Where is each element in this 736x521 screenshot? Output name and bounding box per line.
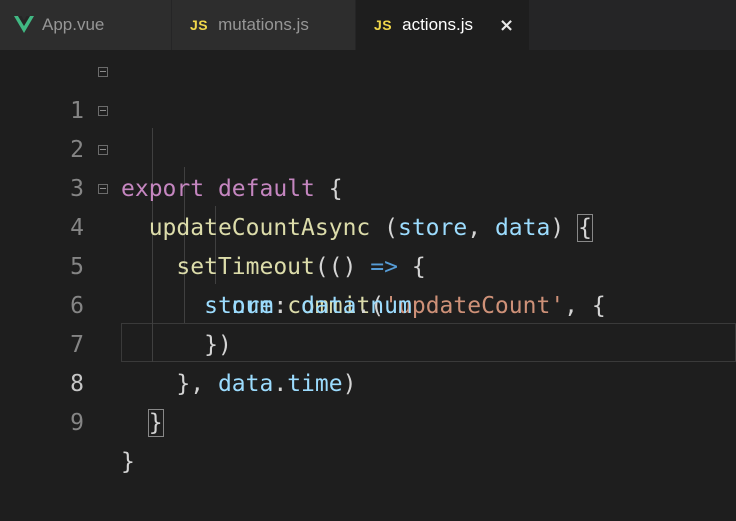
js-file-icon: JS <box>374 17 393 33</box>
code-line: 4 store.commit('updateCount', { <box>0 170 736 319</box>
close-icon[interactable]: × <box>499 15 514 36</box>
vue-icon <box>14 16 34 33</box>
fold-icon[interactable] <box>98 67 108 77</box>
tab-label: App.vue <box>42 15 105 34</box>
fold-icon[interactable] <box>98 184 108 194</box>
code-line: 3 setTimeout(() => { <box>0 131 736 280</box>
code-line: 5 num: data.num <box>0 209 736 319</box>
token: } <box>147 409 164 437</box>
js-file-icon: JS <box>190 17 209 33</box>
tab-actions-js[interactable]: JS actions.js × <box>356 0 530 50</box>
code-editor[interactable]: 1 export default { 2 updateCountAsync (s… <box>0 50 736 475</box>
code-line: 2 updateCountAsync (store, data) { <box>0 92 736 242</box>
tab-app-vue[interactable]: App.vue <box>0 0 172 50</box>
tab-label: actions.js <box>402 15 473 34</box>
code-line: 1 export default { <box>0 53 736 202</box>
token: } <box>121 449 135 475</box>
code-line-current: 8 } <box>0 326 736 437</box>
code-line: 9 } <box>0 365 736 475</box>
fold-icon[interactable] <box>98 106 108 116</box>
fold-icon[interactable] <box>98 145 108 155</box>
code-line: 6 }) <box>0 248 736 358</box>
code-line: 7 }, data.time) <box>0 287 736 397</box>
tab-label: mutations.js <box>218 15 309 34</box>
line-number: 9 <box>70 410 84 436</box>
tab-bar: App.vue JS mutations.js JS actions.js × <box>0 0 736 50</box>
tab-mutations-js[interactable]: JS mutations.js <box>172 0 356 50</box>
